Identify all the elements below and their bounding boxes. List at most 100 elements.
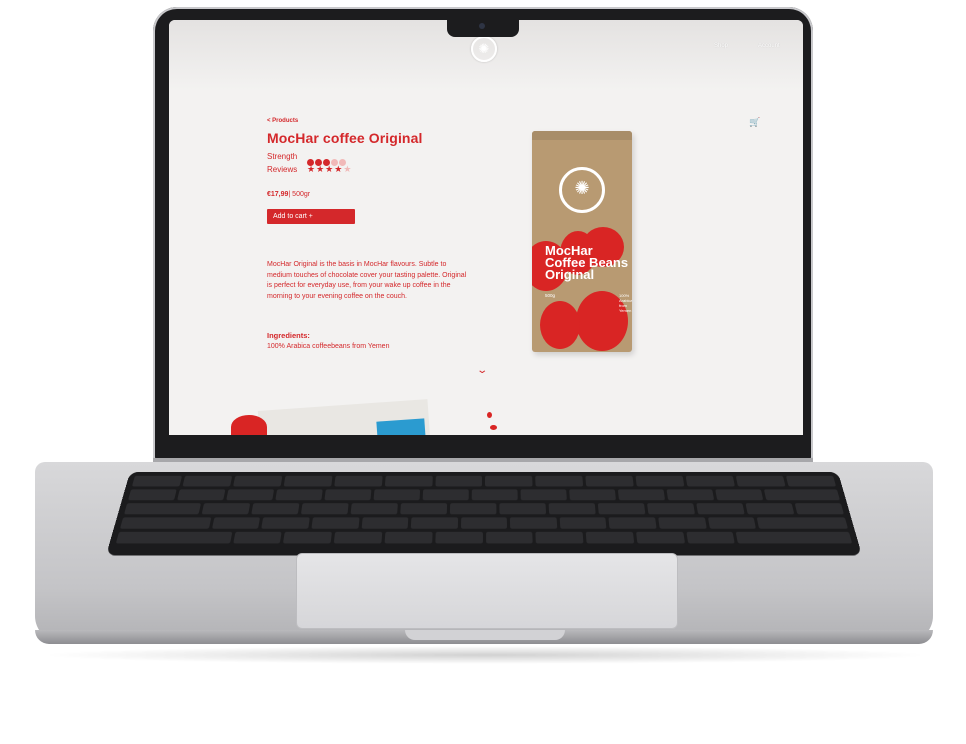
price: €17,99| 500gr [267, 191, 310, 198]
key [400, 503, 448, 515]
below-fold-bean [487, 412, 492, 418]
key [283, 531, 333, 544]
key [635, 475, 685, 487]
key [449, 503, 497, 515]
key [435, 531, 483, 544]
key [559, 517, 607, 529]
reviews-label: Reviews [267, 165, 298, 174]
key [128, 489, 177, 501]
key-row [124, 503, 844, 515]
cart-icon[interactable]: 🛒 [749, 118, 760, 127]
key [333, 475, 383, 487]
star-icon: ★ [334, 164, 344, 174]
key-row [128, 489, 840, 501]
bag-blob [540, 301, 580, 349]
nav-shop[interactable]: Shop [714, 43, 728, 49]
key [548, 503, 596, 515]
bag-origin: 100% Arabica from Yemen [619, 293, 632, 313]
key [384, 475, 433, 487]
key [283, 475, 333, 487]
key [460, 517, 508, 529]
laptop-lip-notch [405, 630, 565, 640]
coffee-bag-image: MocHar Coffee Beans Original 500g 100% A… [532, 131, 632, 352]
key [201, 503, 251, 515]
laptop-keyboard [106, 472, 862, 556]
key [232, 475, 283, 487]
key [211, 517, 261, 529]
camera-notch [447, 20, 519, 37]
star-icon: ★ [307, 164, 317, 174]
key [124, 503, 202, 515]
key-row [119, 517, 849, 529]
key [736, 531, 853, 544]
key [471, 489, 518, 501]
key [333, 531, 383, 544]
key [410, 517, 458, 529]
breadcrumb-products[interactable]: < Products [267, 118, 298, 124]
key [735, 475, 786, 487]
below-fold-card-accent [376, 418, 426, 435]
key [585, 531, 635, 544]
strength-label: Strength [267, 152, 298, 161]
key-row [131, 475, 836, 487]
key [635, 531, 685, 544]
key [666, 489, 715, 501]
key-row [115, 531, 853, 544]
key [226, 489, 275, 501]
key [261, 517, 310, 529]
chevron-down-icon[interactable]: ⌄ [476, 365, 488, 376]
mochar-logo-icon[interactable] [471, 36, 497, 62]
add-to-cart-button[interactable]: Add to cart + [267, 209, 355, 224]
key [745, 503, 795, 515]
price-weight: | 500gr [288, 191, 311, 198]
key [373, 489, 421, 501]
key [131, 475, 182, 487]
price-value: €17,99 [267, 191, 289, 198]
key [597, 503, 646, 515]
below-fold-bean [490, 425, 497, 430]
bag-logo-icon [559, 167, 605, 213]
key [182, 475, 233, 487]
key [311, 517, 360, 529]
laptop-shadow [40, 646, 930, 664]
key [177, 489, 226, 501]
ingredients-text: 100% Arabica coffeebeans from Yemen [267, 343, 390, 350]
key [785, 475, 836, 487]
key [251, 503, 300, 515]
key [324, 489, 372, 501]
key [232, 531, 282, 544]
key [520, 489, 567, 501]
bag-seal [532, 131, 632, 140]
key [119, 517, 212, 529]
key [535, 475, 584, 487]
key [422, 489, 469, 501]
key [585, 475, 634, 487]
product-description: MocHar Original is the basis in MocHar f… [267, 261, 467, 300]
key [658, 517, 707, 529]
review-stars[interactable]: ★★★★★ [307, 164, 352, 175]
nav-account[interactable]: Account [758, 43, 780, 49]
key [434, 475, 483, 487]
key [696, 503, 745, 515]
key [686, 531, 736, 544]
key [647, 503, 696, 515]
key [485, 475, 533, 487]
key [756, 517, 849, 529]
key [794, 503, 844, 515]
key [350, 503, 398, 515]
laptop-screen: Shop Account 🛒 < Products MocHar coffee … [169, 20, 803, 435]
key [361, 517, 409, 529]
key [617, 489, 666, 501]
key [485, 531, 533, 544]
key [384, 531, 433, 544]
product-title: MocHar coffee Original [267, 130, 423, 146]
key [499, 503, 547, 515]
key [569, 489, 616, 501]
camera-icon [479, 23, 485, 29]
key [300, 503, 349, 515]
key [685, 475, 735, 487]
key [608, 517, 657, 529]
bag-size: 500g [545, 293, 556, 298]
ingredients-heading: Ingredients: [267, 331, 310, 340]
bag-title: MocHar Coffee Beans Original [545, 243, 629, 282]
